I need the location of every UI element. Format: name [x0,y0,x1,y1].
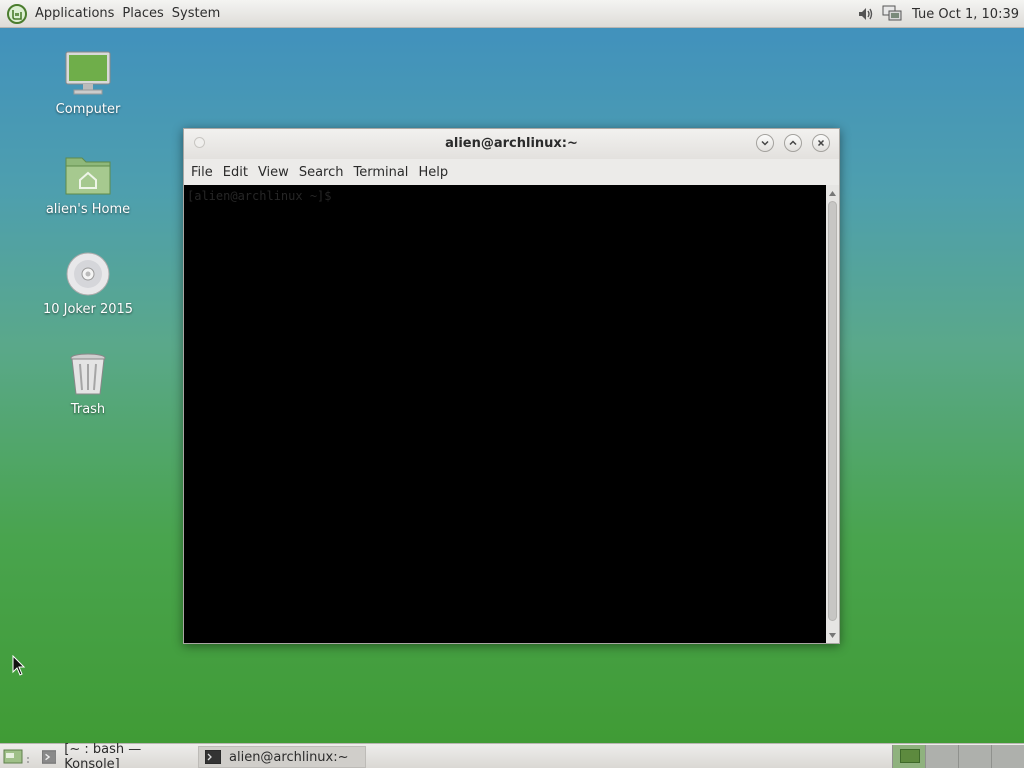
mouse-cursor-icon [12,655,26,676]
taskbar-label: [~ : bash — Konsole] [64,742,142,768]
close-button[interactable] [812,134,830,152]
window-title: alien@archlinux:~ [445,136,578,151]
applications-menu[interactable]: Applications [31,6,118,21]
clock[interactable]: Tue Oct 1, 10:39 [912,7,1019,22]
top-panel: Applications Places System Tue Oct 1, 10… [0,0,1024,28]
scroll-down-arrow-icon[interactable] [826,629,839,641]
desktop-icon-label: alien's Home [45,202,131,217]
menubar: File Edit View Search Terminal Help [184,159,839,185]
disc-icon [66,252,110,296]
terminal-icon [205,750,221,764]
bottom-panel: [~ : bash — Konsole] alien@archlinux:~ [0,742,1024,768]
mint-logo-icon[interactable] [7,3,27,24]
workspace-2[interactable] [925,745,958,768]
separator-handle-icon [26,753,32,763]
workspace-3[interactable] [958,745,991,768]
konsole-icon [42,750,57,764]
desktop-icon-label: Trash [70,402,106,417]
desktop-icon-computer[interactable]: Computer [28,50,148,117]
desktop-icon-label: Computer [55,102,121,117]
menu-terminal[interactable]: Terminal [348,165,413,180]
taskbar-label: alien@archlinux:~ [229,749,349,765]
menu-help[interactable]: Help [413,165,453,180]
scrollbar[interactable] [826,185,839,643]
maximize-button[interactable] [784,134,802,152]
scroll-up-arrow-icon[interactable] [826,187,839,199]
volume-icon[interactable] [856,4,876,24]
show-desktop-icon[interactable] [3,747,23,765]
desktop-icon-trash[interactable]: Trash [28,350,148,417]
menu-file[interactable]: File [186,165,218,180]
desktop-icon-home[interactable]: alien's Home [28,150,148,217]
trash-icon [70,353,106,395]
desktop-icon-label: 10 Joker 2015 [42,302,134,317]
terminal-area[interactable]: [alien@archlinux ~]$ [184,185,826,643]
network-icon[interactable] [882,4,902,24]
system-menu[interactable]: System [168,6,224,21]
workspace-4[interactable] [991,745,1024,768]
scrollbar-thumb[interactable] [828,201,837,621]
menu-search[interactable]: Search [294,165,349,180]
workspace-1[interactable] [892,745,925,768]
taskbar-konsole-button[interactable]: [~ : bash — Konsole] [36,742,192,768]
desktop-icon-disc[interactable]: 10 Joker 2015 [28,250,148,317]
taskbar-terminal-button[interactable]: alien@archlinux:~ [198,746,366,768]
window-titlebar[interactable]: alien@archlinux:~ [184,129,839,159]
places-menu[interactable]: Places [118,6,167,21]
menu-edit[interactable]: Edit [218,165,253,180]
terminal-window: alien@archlinux:~ File Edit View Search … [183,128,840,644]
minimize-button[interactable] [756,134,774,152]
home-folder-icon [65,157,111,195]
computer-icon [65,51,111,95]
menu-view[interactable]: View [253,165,294,180]
shell-prompt: [alien@archlinux ~]$ [187,189,332,203]
